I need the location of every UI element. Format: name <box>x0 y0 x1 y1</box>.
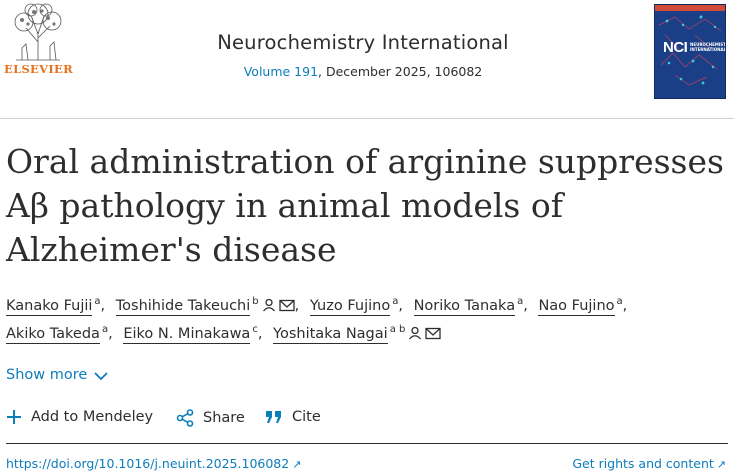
share-label: Share <box>203 410 245 426</box>
publisher-name: ELSEVIER <box>4 62 73 76</box>
email-icon[interactable] <box>278 299 295 312</box>
author-entry[interactable]: Noriko Tanaka a <box>413 296 523 316</box>
chevron-down-icon <box>94 372 108 381</box>
cover-title: NEUROCHEMISTRY INTERNATIONAL <box>690 42 726 52</box>
affiliation-marker: b <box>252 296 259 307</box>
author-entry[interactable]: Yoshitaka Nagai a b <box>273 324 441 344</box>
share-icon <box>176 409 194 427</box>
plus-icon <box>7 410 21 424</box>
issue-detail: , December 2025, 106082 <box>318 64 483 79</box>
show-more-button[interactable]: Show more <box>6 367 109 383</box>
author-name[interactable]: Nao Fujino <box>538 298 615 316</box>
article-title: Oral administration of arginine suppress… <box>6 140 726 272</box>
author-name[interactable]: Toshihide Takeuchi <box>115 298 251 316</box>
cite-button[interactable]: Cite <box>265 409 321 425</box>
author-list-line-1: Kanako Fujii a, Toshihide Takeuchi b, Yuzo… <box>6 296 628 316</box>
author-name[interactable]: Akiko Takeda <box>6 326 100 344</box>
show-more-label: Show more <box>6 367 88 383</box>
author-entry[interactable]: Nao Fujino a <box>538 296 623 316</box>
author-entry[interactable]: Kanako Fujii a <box>6 296 101 316</box>
affiliation-marker: c <box>252 324 258 335</box>
affiliation-marker: a b <box>389 324 406 335</box>
person-icon[interactable] <box>408 326 422 340</box>
author-name[interactable]: Yuzo Fujino <box>309 298 391 316</box>
author-entry[interactable]: Eiko N. Minakawa c <box>123 324 258 344</box>
doi-text: https://doi.org/10.1016/j.neuint.2025.10… <box>6 456 290 471</box>
person-icon[interactable] <box>262 298 276 312</box>
title-line: Oral administration of arginine suppress… <box>6 142 724 181</box>
external-link-icon: ↗ <box>716 458 726 471</box>
footer-divider <box>6 443 728 444</box>
rights-and-content-link[interactable]: Get rights and content ↗ <box>572 456 726 471</box>
header-divider <box>0 118 734 119</box>
affiliation-marker: a <box>94 296 101 307</box>
cover-abbrev: NCI <box>663 39 688 56</box>
author-list-line-2: Akiko Takeda a, Eiko N. Minakawa c, Yoshit… <box>6 324 441 344</box>
author-entry[interactable]: Akiko Takeda a <box>6 324 108 344</box>
journal-cover-image[interactable]: NCI NEUROCHEMISTRY INTERNATIONAL <box>654 4 726 99</box>
doi-link[interactable]: https://doi.org/10.1016/j.neuint.2025.10… <box>6 456 301 471</box>
external-link-icon: ↗ <box>292 458 302 471</box>
cite-label: Cite <box>292 409 321 425</box>
volume-link[interactable]: Volume 191 <box>244 64 318 79</box>
author-name[interactable]: Kanako Fujii <box>6 298 93 316</box>
add-to-mendeley-button[interactable]: Add to Mendeley <box>6 409 153 425</box>
add-to-mendeley-label: Add to Mendeley <box>31 409 154 425</box>
quote-icon <box>266 411 281 423</box>
journal-title[interactable]: Neurochemistry International <box>120 31 606 54</box>
title-line: Aβ pathology in animal models of <box>6 186 563 225</box>
rights-text: Get rights and content <box>572 456 714 471</box>
share-button[interactable]: Share <box>176 409 245 427</box>
volume-line: Volume 191, December 2025, 106082 <box>120 64 606 79</box>
author-entry[interactable]: Yuzo Fujino a <box>309 296 398 316</box>
email-icon[interactable] <box>425 327 441 340</box>
title-line: Alzheimer's disease <box>6 230 337 269</box>
author-name[interactable]: Yoshitaka Nagai <box>273 326 388 344</box>
author-name[interactable]: Noriko Tanaka <box>413 298 516 316</box>
author-entry[interactable]: Toshihide Takeuchi b <box>115 296 295 316</box>
author-name[interactable]: Eiko N. Minakawa <box>123 326 251 344</box>
